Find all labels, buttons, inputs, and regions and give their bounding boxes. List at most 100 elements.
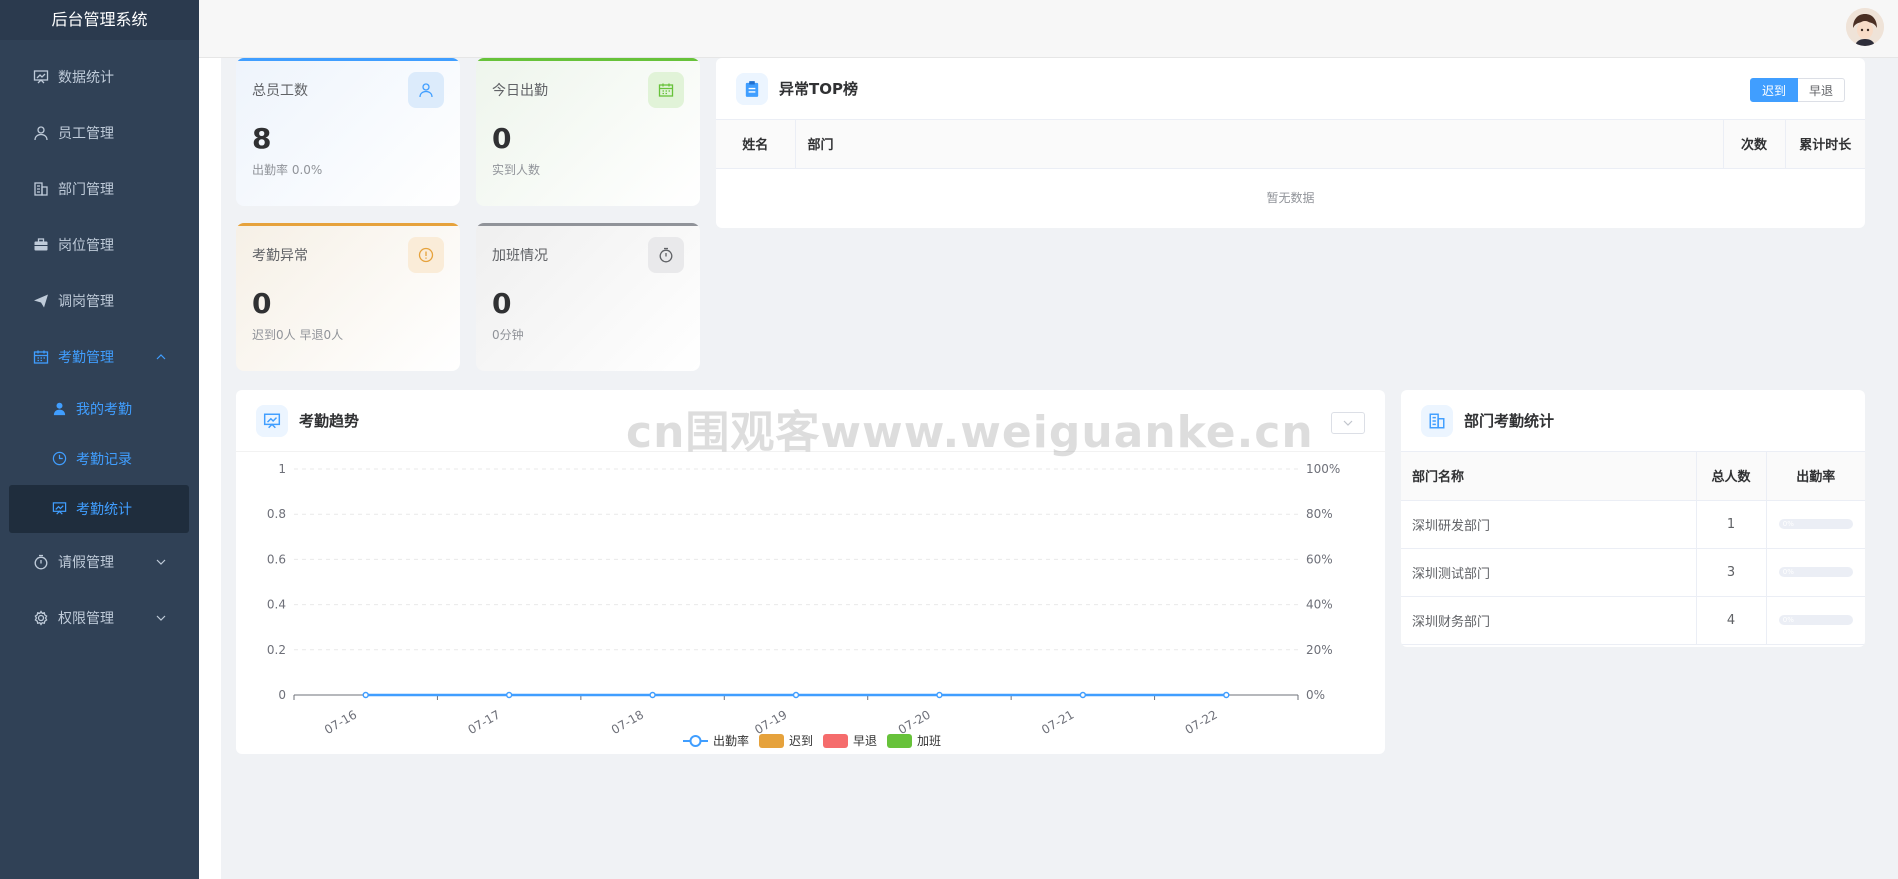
tab-early-leave[interactable]: 早退 [1797,78,1845,102]
panel-header: 异常TOP榜 [716,58,1865,120]
clock-icon [52,451,68,467]
chevron-down-icon [1343,420,1353,426]
stat-card-total-employees: 总员工数 8 出勤率 0.0% [236,58,460,206]
sidebar-item-label: 数据统计 [58,70,114,86]
y-left-tick-label: 1 [278,462,286,476]
stat-sub: 迟到0人 早退0人 [252,328,344,342]
rate-text: 0% [1782,616,1794,624]
send-icon [32,292,50,310]
gear-icon [32,609,50,627]
x-tick-label: 07-20 [896,707,933,737]
x-tick-label: 07-21 [1039,707,1076,737]
app-title: 后台管理系统 [0,0,199,40]
calendar-icon [32,348,50,366]
stat-sub: 出勤率 0.0% [252,163,323,177]
panel-title: 部门考勤统计 [1464,412,1555,430]
data-point [792,691,800,699]
column-header[interactable]: 累计时长 [1785,120,1865,169]
sidebar-item-label: 岗位管理 [58,238,114,254]
sidebar-item-label: 请假管理 [58,555,114,571]
clipboard-icon [736,72,768,105]
sidebar-item-data-stats[interactable]: 数据统计 [0,49,199,105]
column-header[interactable]: 总人数 [1696,452,1767,501]
table-row: 深圳研发部门 1 0% [1401,500,1865,549]
data-point [1223,691,1230,699]
late-early-toggle: 迟到 早退 [1749,78,1845,102]
watermark: cn围观客www.weiguanke.cn [626,407,1314,458]
sidebar-item-permissions[interactable]: 权限管理 [0,590,199,646]
chevron-up-icon [156,354,166,360]
calendar-icon [648,72,684,108]
legend-swatch [887,734,912,748]
data-point [1079,691,1087,699]
building-icon [32,180,50,198]
y-left-tick-label: 0.2 [267,643,286,657]
rate-text: 0% [1782,568,1794,576]
content-margin [199,58,221,879]
submenu-item-label: 考勤统计 [76,502,132,518]
x-tick-label: 07-22 [1183,707,1220,737]
data-point [362,691,369,699]
department-table: 部门名称 总人数 出勤率 深圳研发部门 1 0% 深圳测试部门 3 0% 深圳财… [1401,452,1865,645]
x-tick-label: 07-18 [609,707,646,737]
legend-label: 出勤率 [713,733,749,748]
data-point [649,691,656,699]
stat-sub: 实到人数 [492,163,541,177]
sidebar-item-label: 员工管理 [58,126,114,142]
sidebar-item-transfers[interactable]: 调岗管理 [0,273,199,329]
y-right-tick-label: 0% [1306,688,1325,702]
y-left-tick-label: 0.6 [267,552,286,566]
chart-icon [256,404,288,437]
sidebar-item-attendance[interactable]: 考勤管理 [0,329,199,385]
legend-label: 加班 [917,734,941,748]
y-left-tick-label: 0.4 [267,598,286,612]
avatar[interactable] [1846,8,1884,46]
warning-icon [408,237,444,273]
panel-header: 部门考勤统计 [1401,390,1865,452]
trend-range-dropdown[interactable] [1331,412,1365,434]
y-right-tick-label: 80% [1306,507,1333,521]
sidebar-item-departments[interactable]: 部门管理 [0,161,199,217]
column-header[interactable]: 出勤率 [1766,452,1865,501]
submenu-item-attendance-records[interactable]: 考勤记录 [0,435,199,483]
panel-title: 异常TOP榜 [779,80,858,98]
stat-card-today-attendance: 今日出勤 0 实到人数 [476,58,700,206]
x-tick-label: 07-19 [752,707,789,737]
sidebar-item-leave[interactable]: 请假管理 [0,534,199,590]
person-icon [52,401,68,417]
dept-total: 4 [1696,596,1767,645]
tab-late[interactable]: 迟到 [1749,78,1798,102]
submenu-item-label: 考勤记录 [76,452,132,468]
attendance-rate-bar: 0% [1778,567,1853,577]
column-header[interactable]: 部门名称 [1401,452,1697,501]
x-tick-label: 07-17 [465,707,502,737]
user-icon [408,72,444,108]
table-row: 深圳测试部门 3 0% [1401,548,1865,597]
panel-title: 考勤趋势 [299,412,360,430]
sidebar-item-positions[interactable]: 岗位管理 [0,217,199,273]
submenu-item-my-attendance[interactable]: 我的考勤 [0,385,199,433]
stat-value: 8 [252,122,272,155]
chart-icon [52,501,68,517]
y-right-tick-label: 100% [1306,462,1340,476]
briefcase-icon [32,236,50,254]
column-header[interactable]: 姓名 [716,120,796,169]
chart-icon [32,68,50,86]
stat-card-attendance-abnormal: 考勤异常 0 迟到0人 早退0人 [236,223,460,371]
column-header[interactable]: 部门 [795,120,1724,169]
abnormal-table: 姓名 部门 次数 累计时长 [716,120,1865,169]
chevron-down-icon [156,615,166,621]
sidebar-item-employees[interactable]: 员工管理 [0,105,199,161]
legend-label: 早退 [853,734,877,748]
y-right-tick-label: 20% [1306,643,1333,657]
dept-total: 1 [1696,500,1767,549]
trend-chart: 0 0% 0.2 20% 0.4 40% 0.6 60% 0.8 80% 1 100% 07-16 07-… [267,462,1340,748]
stopwatch-icon [32,553,50,571]
legend-label: 迟到 [789,734,813,748]
rate-text: 0% [1782,520,1794,528]
column-header[interactable]: 次数 [1723,120,1786,169]
department-stats-panel: 部门考勤统计 部门名称 总人数 出勤率 深圳研发部门 1 0% 深圳测试部门 3… [1401,390,1865,647]
submenu-item-attendance-stats[interactable]: 考勤统计 [9,485,189,533]
legend-swatch-marker [689,735,702,747]
data-point [936,691,943,699]
